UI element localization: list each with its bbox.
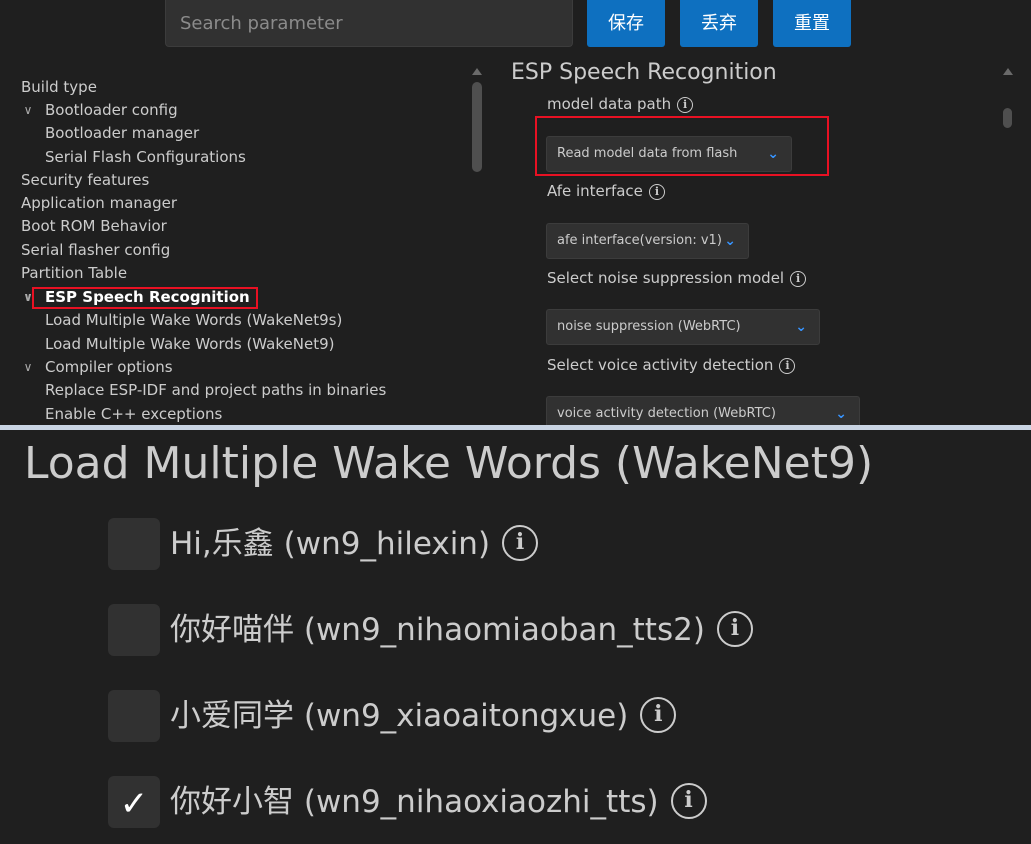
search-input[interactable]: Search parameter (165, 0, 573, 47)
tree-item-bootloader-config[interactable]: ∨ Bootloader config (24, 99, 178, 121)
reset-button[interactable]: 重置 (773, 0, 851, 47)
tree-item-application-manager[interactable]: Application manager (21, 192, 177, 214)
checkbox[interactable] (108, 690, 160, 742)
tree-item-label: Application manager (21, 194, 177, 212)
noise-suppression-label-text: Select noise suppression model (547, 269, 785, 287)
info-icon[interactable]: i (677, 96, 694, 113)
settings-scrollbar-thumb[interactable] (1003, 108, 1012, 128)
tree-item-build-type[interactable]: Build type (21, 76, 97, 98)
vad-select[interactable]: voice activity detection (WebRTC) ⌄ (546, 396, 860, 425)
save-button[interactable]: 保存 (587, 0, 665, 47)
section-title: ESP Speech Recognition (511, 60, 777, 85)
tree-item-label: Enable C++ exceptions (45, 405, 223, 423)
tree-item-security-features[interactable]: Security features (21, 169, 149, 191)
checkbox[interactable] (108, 604, 160, 656)
tree-item-enable-cpp-exceptions[interactable]: Enable C++ exceptions (45, 403, 222, 425)
tree-item-label: Load Multiple Wake Words (WakeNet9) (45, 335, 335, 353)
chevron-down-icon[interactable]: ∨ (21, 99, 35, 121)
info-icon[interactable]: i (502, 524, 539, 561)
wake-word-label: Hi,乐鑫 (wn9_hilexin) i (170, 522, 539, 566)
wake-word-text: 你好喵伴 (wn9_nihaomiaoban_tts2) (170, 612, 705, 648)
tree-item-bootloader-manager[interactable]: Bootloader manager (45, 122, 199, 144)
tree-item-label: Bootloader manager (45, 124, 200, 142)
checkbox[interactable] (108, 518, 160, 570)
highlight-box (535, 116, 829, 176)
settings-editor-screenshot: Search parameter 保存 丢弃 重置 Build type ∨ Bo… (0, 0, 1031, 425)
info-icon[interactable]: i (716, 610, 753, 647)
tree-item-label: Load Multiple Wake Words (WakeNet9s) (45, 311, 343, 329)
tree-item-label: Serial flasher config (21, 241, 171, 259)
afe-interface-label: Afe interface i (547, 182, 665, 200)
wake-word-label: 你好小智 (wn9_nihaoxiaozhi_tts) i (170, 780, 707, 824)
noise-suppression-select[interactable]: noise suppression (WebRTC) ⌄ (546, 309, 820, 345)
tree-item-compiler-options[interactable]: ∨ Compiler options (24, 356, 173, 378)
vad-label: Select voice activity detection i (547, 356, 796, 374)
info-icon[interactable]: i (648, 183, 665, 200)
noise-suppression-label: Select noise suppression model i (547, 269, 807, 287)
tree-item-serial-flash-configurations[interactable]: Serial Flash Configurations (45, 146, 246, 168)
highlight-box (32, 287, 258, 309)
tree-item-label: Build type (21, 78, 97, 96)
tree-item-boot-rom-behavior[interactable]: Boot ROM Behavior (21, 215, 167, 237)
vad-value: voice activity detection (WebRTC) (557, 406, 776, 421)
tree-item-label: Partition Table (21, 264, 128, 282)
tree-item-serial-flasher-config[interactable]: Serial flasher config (21, 239, 170, 261)
tree-item-label: Serial Flash Configurations (45, 148, 246, 166)
wake-word-label: 小爱同学 (wn9_xiaoaitongxue) i (170, 694, 677, 738)
wakenet9-title: Load Multiple Wake Words (WakeNet9) (24, 438, 874, 489)
checkbox[interactable]: ✓ (108, 776, 160, 828)
model-path-label-text: model data path (547, 95, 672, 113)
afe-interface-value: afe interface(version: v1) (557, 233, 722, 248)
tree-item-label: Bootloader config (45, 101, 178, 119)
chevron-down-icon: ⌄ (835, 406, 847, 422)
tree-item-wakenet9s[interactable]: Load Multiple Wake Words (WakeNet9s) (45, 309, 342, 331)
chevron-down-icon: ⌄ (724, 233, 736, 249)
tree-item-label: Security features (21, 171, 150, 189)
info-icon[interactable]: i (640, 696, 677, 733)
chevron-down-icon: ⌄ (795, 319, 807, 335)
tree-item-label: Boot ROM Behavior (21, 217, 167, 235)
tree-item-partition-table[interactable]: Partition Table (21, 262, 127, 284)
info-icon[interactable]: i (670, 782, 707, 819)
wake-word-text: 小爱同学 (wn9_xiaoaitongxue) (170, 698, 629, 734)
vad-label-text: Select voice activity detection (547, 356, 774, 374)
scroll-up-arrow-icon[interactable] (472, 68, 482, 75)
checkmark-icon: ✓ (119, 784, 149, 824)
zoomed-wakenet9-screenshot: Load Multiple Wake Words (WakeNet9) Hi,乐… (0, 430, 1031, 844)
wake-word-text: 你好小智 (wn9_nihaoxiaozhi_tts) (170, 784, 659, 820)
scroll-up-arrow-icon[interactable] (1003, 68, 1013, 75)
info-icon[interactable]: i (779, 357, 796, 374)
tree-scrollbar-thumb[interactable] (472, 82, 482, 172)
info-icon[interactable]: i (790, 270, 807, 287)
tree-item-label: Compiler options (45, 358, 173, 376)
noise-suppression-value: noise suppression (WebRTC) (557, 319, 741, 334)
tree-item-label: Replace ESP-IDF and project paths in bin… (45, 381, 387, 399)
afe-interface-select[interactable]: afe interface(version: v1) ⌄ (546, 223, 749, 259)
discard-button[interactable]: 丢弃 (680, 0, 758, 47)
wake-word-label: 你好喵伴 (wn9_nihaomiaoban_tts2) i (170, 608, 753, 652)
tree-item-replace-paths[interactable]: Replace ESP-IDF and project paths in bin… (45, 379, 386, 401)
afe-interface-label-text: Afe interface (547, 182, 643, 200)
model-path-label: model data path i (547, 95, 694, 113)
chevron-down-icon[interactable]: ∨ (21, 356, 35, 378)
tree-item-wakenet9[interactable]: Load Multiple Wake Words (WakeNet9) (45, 333, 334, 355)
wake-word-text: Hi,乐鑫 (wn9_hilexin) (170, 526, 491, 562)
